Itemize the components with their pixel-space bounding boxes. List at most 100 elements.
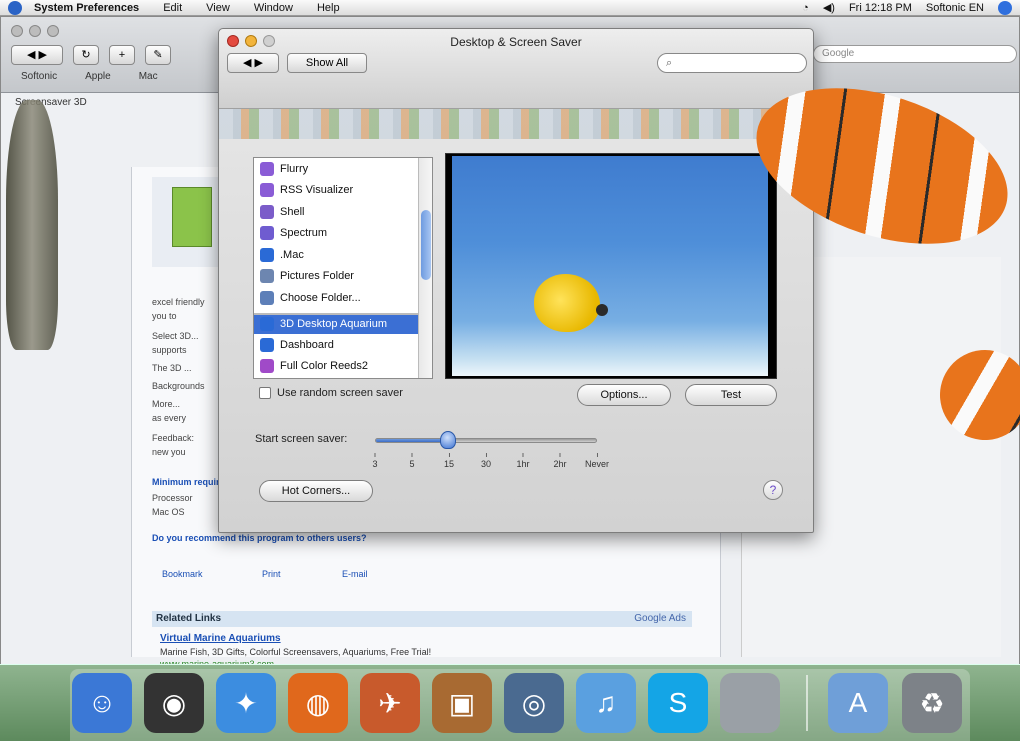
trash-icon[interactable]: ♻ bbox=[902, 673, 962, 733]
show-all-button[interactable]: Show All bbox=[287, 53, 367, 73]
hot-corners-button[interactable]: Hot Corners... bbox=[259, 480, 373, 502]
body-text: Backgrounds bbox=[152, 381, 205, 391]
pictures-folder-icon bbox=[260, 269, 274, 284]
screensaver-item[interactable]: Full Color Reeds2 bbox=[254, 356, 432, 378]
screensaver-item-label: Spectrum bbox=[280, 227, 328, 240]
preview-aquarium-image bbox=[452, 156, 768, 376]
random-screensaver-row[interactable]: Use random screen saver bbox=[259, 387, 403, 399]
apple-icon[interactable] bbox=[720, 673, 780, 733]
back-forward-button[interactable]: ◀ ▶ bbox=[227, 53, 279, 73]
folder-icon bbox=[260, 290, 274, 305]
browser-zoom-icon[interactable] bbox=[47, 25, 59, 37]
bookmark-item[interactable]: Softonic bbox=[21, 71, 57, 82]
screensaver-item[interactable]: Flurry bbox=[254, 158, 432, 180]
skype-icon[interactable]: S bbox=[648, 673, 708, 733]
angelfish-image bbox=[6, 100, 58, 350]
screensaver-item[interactable]: 3D Desktop Aquarium bbox=[254, 312, 432, 334]
slider-tick-label: 30 bbox=[481, 453, 491, 469]
browser-edit-button[interactable]: ✎ bbox=[145, 45, 171, 65]
menu-edit[interactable]: Edit bbox=[163, 2, 182, 14]
prefs-search-input[interactable]: ⌕ bbox=[657, 53, 807, 73]
requirement-line: Processor bbox=[152, 493, 193, 503]
menu-help[interactable]: Help bbox=[317, 2, 340, 14]
screensaver-item-label: Full Color Reeds2 bbox=[280, 360, 369, 373]
requirement-line: Mac OS bbox=[152, 507, 185, 517]
bookmark-item[interactable]: Apple bbox=[85, 71, 111, 82]
safari-icon[interactable]: ✦ bbox=[216, 673, 276, 733]
related-links-title: Related Links bbox=[156, 613, 222, 624]
screensaver-item[interactable]: Dashboard bbox=[254, 334, 432, 356]
screensaver-item-label: Pictures Folder bbox=[280, 270, 354, 283]
related-link[interactable]: Virtual Marine Aquariums bbox=[160, 633, 281, 644]
start-screensaver-label: Start screen saver: bbox=[255, 433, 348, 445]
wifi-icon[interactable]: ◔ bbox=[802, 2, 809, 14]
share-link-email[interactable]: E-mail bbox=[342, 569, 368, 579]
body-text: you to bbox=[152, 311, 177, 321]
app-icon[interactable]: ✈ bbox=[360, 673, 420, 733]
browser-window-controls bbox=[11, 25, 59, 37]
volume-icon[interactable]: ◀) bbox=[823, 1, 835, 14]
body-text: supports bbox=[152, 345, 187, 355]
menu-app-name[interactable]: System Preferences bbox=[34, 2, 139, 14]
screensaver-item[interactable]: RSS Visualizer bbox=[254, 180, 432, 202]
desktop-screensaver-window: Desktop & Screen Saver ◀ ▶ Show All ⌕ Fl… bbox=[218, 28, 815, 533]
share-link-bookmark[interactable]: Bookmark bbox=[162, 569, 203, 579]
browser-back-forward-button[interactable]: ◀ ▶ bbox=[11, 45, 63, 65]
flurry-icon bbox=[260, 161, 274, 176]
screensaver-list[interactable]: Flurry RSS Visualizer Shell Spectrum .Mac Pic… bbox=[253, 157, 433, 379]
browser-search-input[interactable]: Google bbox=[813, 45, 1017, 63]
recommend-text: Do you recommend this program to others … bbox=[152, 533, 367, 543]
aquarium-icon bbox=[260, 317, 274, 332]
applications-folder-icon[interactable]: A bbox=[828, 673, 888, 733]
google-ads-label[interactable]: Google Ads bbox=[634, 611, 686, 627]
dashboard-icon bbox=[260, 337, 274, 352]
screensaver-item[interactable]: Choose Folder... bbox=[254, 287, 432, 309]
browser-add-bookmark-button[interactable]: + bbox=[109, 45, 135, 65]
browser-reload-button[interactable]: ↻ bbox=[73, 45, 99, 65]
body-text: new you bbox=[152, 447, 186, 457]
menu-window[interactable]: Window bbox=[254, 2, 293, 14]
shell-icon bbox=[260, 204, 274, 219]
bookmarks-bar: Softonic Apple Mac bbox=[21, 71, 158, 82]
scrollbar-thumb[interactable] bbox=[421, 210, 431, 280]
dashboard-icon[interactable]: ◉ bbox=[144, 673, 204, 733]
bucket-icon[interactable]: ▣ bbox=[432, 673, 492, 733]
finder-icon[interactable]: ☺ bbox=[72, 673, 132, 733]
browser-close-icon[interactable] bbox=[11, 25, 23, 37]
dock: ☺ ◉ ✦ ◍ ✈ ▣ ◎ ♫ S A ♻ bbox=[0, 664, 1020, 741]
options-button[interactable]: Options... bbox=[577, 384, 671, 406]
menu-bar: System Preferences Edit View Window Help… bbox=[0, 0, 1020, 16]
screensaver-item[interactable]: Pictures Folder bbox=[254, 266, 432, 288]
spotlight-icon[interactable] bbox=[998, 0, 1012, 15]
screensaver-item-label: Flurry bbox=[280, 162, 309, 175]
browser-minimize-icon[interactable] bbox=[29, 25, 41, 37]
slider-knob[interactable] bbox=[440, 431, 457, 449]
help-button[interactable]: ? bbox=[763, 480, 783, 500]
body-text: as every bbox=[152, 413, 187, 423]
slider-tick-label: 15 bbox=[444, 453, 454, 469]
slider-tick-label: Never bbox=[585, 453, 609, 469]
screensaver-item[interactable]: Shell bbox=[254, 201, 432, 223]
related-links-header: Related Links Google Ads bbox=[152, 611, 692, 627]
bookmark-item[interactable]: Mac bbox=[139, 71, 158, 82]
firefox-icon[interactable]: ◍ bbox=[288, 673, 348, 733]
menu-view[interactable]: View bbox=[206, 2, 230, 14]
list-scrollbar[interactable] bbox=[418, 158, 432, 378]
screensaver-item[interactable]: Spectrum bbox=[254, 223, 432, 245]
share-link-print[interactable]: Print bbox=[262, 569, 281, 579]
itunes-icon[interactable]: ♫ bbox=[576, 673, 636, 733]
menu-user[interactable]: Softonic EN bbox=[926, 2, 984, 14]
body-text: excel friendly bbox=[152, 297, 205, 307]
related-link-desc: Marine Fish, 3D Gifts, Colorful Screensa… bbox=[160, 647, 432, 657]
screensaver-item-label: Shell bbox=[280, 205, 305, 218]
menu-clock[interactable]: Fri 12:18 PM bbox=[849, 2, 912, 14]
test-button[interactable]: Test bbox=[685, 384, 777, 406]
start-screensaver-slider[interactable] bbox=[375, 438, 597, 443]
dock-separator bbox=[806, 675, 808, 731]
slider-ticks: 3 5 15 30 1hr 2hr Never bbox=[372, 453, 609, 471]
apple-menu-icon[interactable] bbox=[8, 0, 22, 15]
random-screensaver-checkbox[interactable] bbox=[259, 387, 271, 399]
screensaver-item[interactable]: .Mac bbox=[254, 244, 432, 266]
body-text: Feedback: bbox=[152, 433, 195, 443]
image-capture-icon[interactable]: ◎ bbox=[504, 673, 564, 733]
